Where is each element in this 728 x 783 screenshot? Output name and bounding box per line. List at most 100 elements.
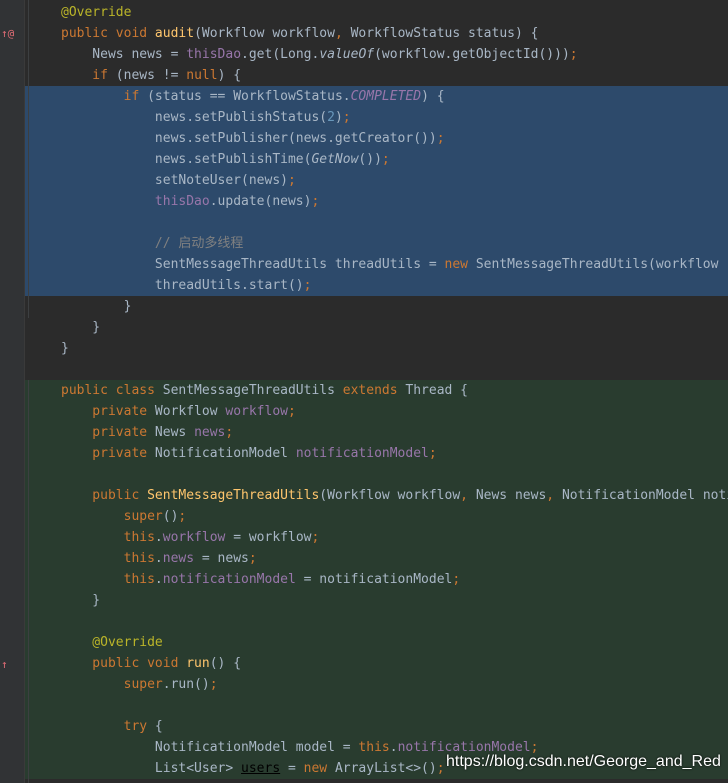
code-token: . [389, 740, 398, 755]
code-line-text: try { [61, 716, 163, 737]
code-token: new [303, 761, 335, 776]
code-line[interactable]: public void run() { [0, 653, 728, 674]
code-line[interactable]: @Override [0, 632, 728, 653]
code-token: NotificationModel [154, 446, 296, 461]
code-token: ; [311, 194, 320, 209]
code-token: SentMessageThreadUtils [162, 383, 343, 398]
code-token: ; [381, 152, 390, 167]
code-line[interactable]: setNoteUser(news); [0, 170, 728, 191]
code-token: news.setPublishTime( [61, 152, 312, 167]
code-token: public void [61, 26, 155, 41]
code-token: , [334, 26, 351, 41]
editor-gutter[interactable]: ↑@ ↑ [0, 0, 25, 783]
code-token: = workflow [225, 530, 312, 545]
code-token: run [186, 656, 210, 671]
code-line[interactable]: try { [0, 716, 728, 737]
code-token: = news [194, 551, 249, 566]
code-lines[interactable]: @Override public void audit(Workflow work… [0, 2, 728, 779]
code-line[interactable]: News news = thisDao.get(Long.valueOf(wor… [0, 44, 728, 65]
code-line-text: this.notificationModel = notificationMod… [61, 569, 461, 590]
code-line-text: thisDao.update(news); [61, 191, 319, 212]
code-line-text: public void run() { [61, 653, 241, 674]
code-token: SentMessageThreadUtils threadUtils = [61, 257, 445, 272]
code-line[interactable]: } [0, 296, 728, 317]
indent-guide [28, 380, 29, 783]
code-token: Thread { [405, 383, 469, 398]
code-line[interactable]: } [0, 590, 728, 611]
code-line[interactable]: public void audit(Workflow workflow, Wor… [0, 23, 728, 44]
code-token: audit [154, 26, 195, 41]
code-line[interactable]: private NotificationModel notificationMo… [0, 443, 728, 464]
code-line[interactable]: public class SentMessageThreadUtils exte… [0, 380, 728, 401]
code-line[interactable]: } [0, 317, 728, 338]
code-line-text [61, 359, 69, 380]
code-line[interactable]: this.workflow = workflow; [0, 527, 728, 548]
code-line[interactable]: } [0, 338, 728, 359]
code-line-text: // 启动多线程 [61, 233, 244, 254]
code-line[interactable]: public SentMessageThreadUtils(Workflow w… [0, 485, 728, 506]
code-line[interactable]: threadUtils.start(); [0, 275, 728, 296]
code-line-text: if (news != null) { [61, 65, 241, 86]
code-token: (Workflow workflow [319, 488, 461, 503]
code-token: ) [334, 110, 343, 125]
code-token: this [61, 530, 155, 545]
code-line[interactable]: news.setPublishStatus(2); [0, 107, 728, 128]
code-token: .update(news) [209, 194, 312, 209]
code-token: NotificationModel model = [61, 740, 359, 755]
code-token: if [61, 89, 148, 104]
code-token: setNoteUser(news) [61, 173, 288, 188]
code-line-text: List<User> users = new ArrayList<>(); [61, 758, 445, 779]
code-line[interactable]: thisDao.update(news); [0, 191, 728, 212]
code-token: } [61, 320, 101, 335]
code-token: Workflow [154, 404, 226, 419]
code-line[interactable]: if (news != null) { [0, 65, 728, 86]
code-token: this [61, 572, 155, 587]
code-line-text: public class SentMessageThreadUtils exte… [61, 380, 468, 401]
code-line-text: } [61, 338, 69, 359]
code-token: // 启动多线程 [61, 236, 244, 251]
code-token: private [61, 446, 155, 461]
code-line[interactable]: this.news = news; [0, 548, 728, 569]
code-line[interactable]: private Workflow workflow; [0, 401, 728, 422]
code-token: } [61, 299, 132, 314]
code-line[interactable] [0, 695, 728, 716]
code-token: ArrayList<>() [334, 761, 437, 776]
code-token: .run() [162, 677, 210, 692]
code-token: () [162, 509, 179, 524]
code-line[interactable]: super.run(); [0, 674, 728, 695]
code-line[interactable] [0, 464, 728, 485]
code-token: ; [209, 677, 218, 692]
code-token: private [61, 425, 155, 440]
code-line[interactable]: this.notificationModel = notificationMod… [0, 569, 728, 590]
code-line-text: super(); [61, 506, 187, 527]
run-override-gutter-icon[interactable]: ↑ [1, 658, 8, 672]
code-token: news [162, 551, 195, 566]
code-line-text: super.run(); [61, 674, 218, 695]
code-token: News [154, 425, 195, 440]
code-token: ; [436, 761, 445, 776]
code-line[interactable]: @Override [0, 2, 728, 23]
code-line[interactable]: if (status == WorkflowStatus.COMPLETED) … [0, 86, 728, 107]
code-line[interactable]: super(); [0, 506, 728, 527]
code-token: ; [248, 551, 257, 566]
code-line-text: } [61, 590, 100, 611]
code-line-text: public void audit(Workflow workflow, Wor… [61, 23, 538, 44]
code-token: this [358, 740, 390, 755]
code-token: ; [342, 110, 351, 125]
override-gutter-icon[interactable]: ↑@ [1, 27, 14, 41]
code-line[interactable]: SentMessageThreadUtils threadUtils = new… [0, 254, 728, 275]
code-line[interactable]: news.setPublisher(news.getCreator()); [0, 128, 728, 149]
code-line[interactable] [0, 611, 728, 632]
code-line[interactable]: // 启动多线程 [0, 233, 728, 254]
code-token: () { [209, 656, 242, 671]
code-line-text [61, 695, 69, 716]
code-line[interactable] [0, 359, 728, 380]
code-editor[interactable]: @Override public void audit(Workflow work… [0, 0, 728, 783]
code-token: SentMessageThreadUtils(workflow [475, 257, 719, 272]
code-line[interactable] [0, 212, 728, 233]
code-line[interactable]: news.setPublishTime(GetNow()); [0, 149, 728, 170]
code-line-text: news.setPublishTime(GetNow()); [61, 149, 390, 170]
code-line[interactable]: private News news; [0, 422, 728, 443]
